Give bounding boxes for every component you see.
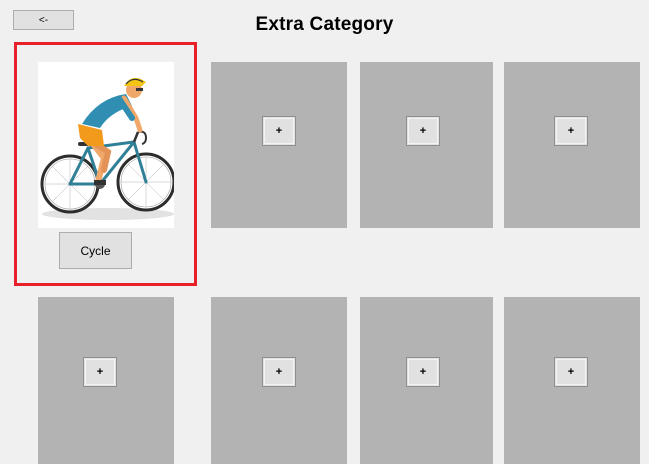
empty-category-slot: + (211, 297, 347, 464)
cyclist-icon (38, 62, 174, 228)
empty-category-slot: + (360, 297, 493, 464)
add-category-button[interactable]: + (554, 116, 588, 146)
cyclist-image[interactable] (38, 62, 174, 228)
empty-category-slot: + (504, 62, 640, 228)
add-category-button[interactable]: + (262, 357, 296, 387)
empty-category-slot: + (504, 297, 640, 464)
page-title: Extra Category (255, 14, 394, 35)
cycle-category-button[interactable]: Cycle (59, 232, 132, 269)
empty-category-slot: + (38, 297, 174, 464)
add-category-button[interactable]: + (406, 116, 440, 146)
empty-category-slot: + (211, 62, 347, 228)
empty-category-slot: + (360, 62, 493, 228)
extra-category-window: <- Extra Category Cycle + + + + + + + (0, 0, 649, 464)
add-category-button[interactable]: + (262, 116, 296, 146)
add-category-button[interactable]: + (554, 357, 588, 387)
add-category-button[interactable]: + (83, 357, 117, 387)
add-category-button[interactable]: + (406, 357, 440, 387)
